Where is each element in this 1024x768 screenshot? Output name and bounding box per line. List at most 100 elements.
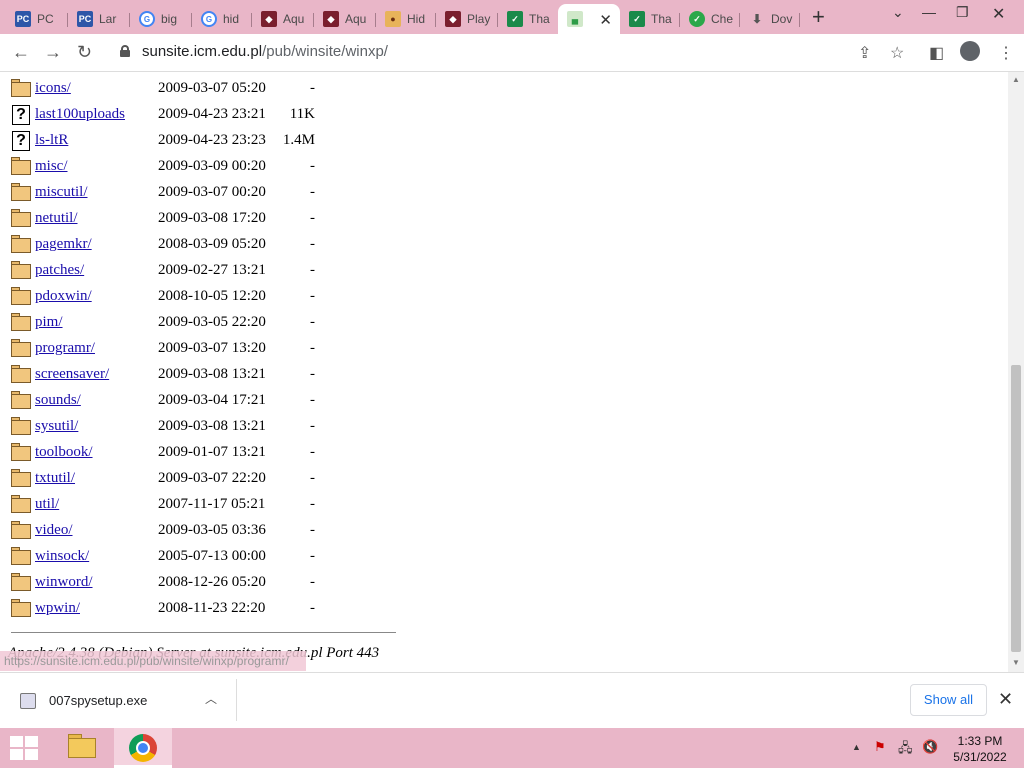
last-modified: 2009-03-07 13:20 [158, 340, 266, 356]
file-size: 1.4M [282, 132, 315, 148]
folder-icon [11, 547, 31, 565]
download-filename[interactable]: 007spysetup.exe [49, 693, 147, 708]
tab-11[interactable]: ✓ Tha [620, 4, 680, 34]
aqua-icon: ◆ [445, 11, 461, 27]
last-modified: 2009-03-08 13:21 [158, 418, 266, 434]
share-icon[interactable]: ⇪ [858, 43, 871, 63]
aqua-icon: ◆ [261, 11, 277, 27]
file-link[interactable]: misc/ [35, 158, 68, 175]
last-modified: 2009-03-07 05:20 [158, 80, 266, 96]
close-download-bar-icon[interactable]: ✕ [998, 689, 1013, 710]
tab-10[interactable]: ▄ ✕ [558, 4, 620, 34]
file-link[interactable]: sysutil/ [35, 418, 78, 435]
file-link[interactable]: pdoxwin/ [35, 288, 92, 305]
minimize-button[interactable]: — [922, 4, 936, 20]
clock-date: 5/31/2022 [953, 750, 1007, 764]
tab-12[interactable]: ✓ Che [680, 4, 740, 34]
windows-start-icon[interactable] [10, 736, 38, 760]
file-link[interactable]: screensaver/ [35, 366, 109, 383]
tab-search-chevron-icon[interactable]: ⌄ [892, 4, 904, 21]
restore-button[interactable]: ❐ [956, 4, 969, 21]
side-panel-icon[interactable]: ◧ [929, 43, 944, 63]
file-link[interactable]: programr/ [35, 340, 95, 357]
listing-row: util/2007-11-17 05:21 - [0, 493, 400, 517]
folder-icon [11, 339, 31, 357]
system-clock[interactable]: 1:33 PM 5/31/2022 [946, 733, 1014, 765]
file-link[interactable]: toolbook/ [35, 444, 93, 461]
new-tab-button[interactable]: + [812, 6, 825, 28]
last-modified: 2009-03-05 22:20 [158, 314, 266, 330]
google-icon: G [201, 11, 217, 27]
file-link[interactable]: txtutil/ [35, 470, 75, 487]
reload-button[interactable]: ↻ [77, 42, 92, 62]
chrome-taskbar-button[interactable] [114, 728, 172, 768]
file-link[interactable]: icons/ [35, 80, 71, 97]
tab-label: Tha [529, 12, 550, 26]
chevron-up-icon[interactable]: ︿ [205, 690, 217, 707]
link-status-bubble: https://sunsite.icm.edu.pl/pub/winsite/w… [0, 651, 306, 671]
profile-avatar[interactable] [960, 41, 980, 61]
menu-kebab-icon[interactable]: ⋮ [998, 43, 1014, 63]
file-link[interactable]: miscutil/ [35, 184, 88, 201]
file-link[interactable]: wpwin/ [35, 600, 80, 617]
tab-13[interactable]: ⬇ Dov [740, 4, 800, 34]
lock-icon[interactable] [120, 45, 130, 57]
installer-file-icon [20, 693, 36, 709]
last-modified: 2009-04-23 23:23 [158, 132, 266, 148]
scroll-down-arrow-icon[interactable]: ▼ [1012, 658, 1020, 667]
tab-1[interactable]: PC PC [6, 4, 68, 34]
tab-4[interactable]: Ghid [192, 4, 252, 34]
file-link[interactable]: winword/ [35, 574, 93, 591]
bookmark-star-icon[interactable]: ☆ [890, 43, 904, 63]
close-tab-icon[interactable]: ✕ [599, 11, 612, 29]
aqua-icon: ◆ [323, 11, 339, 27]
folder-icon [11, 391, 31, 409]
tab-label: Che [711, 12, 734, 26]
tab-label: Play [467, 12, 491, 26]
file-link[interactable]: pagemkr/ [35, 236, 92, 253]
back-button[interactable]: ← [12, 42, 30, 62]
tab-7[interactable]: ● Hid [376, 4, 436, 34]
show-all-button[interactable]: Show all [910, 684, 987, 716]
scrollbar-thumb[interactable] [1011, 365, 1021, 652]
volume-muted-icon[interactable]: 🔇 [922, 739, 938, 755]
file-size: - [310, 600, 315, 616]
tab-2[interactable]: PC Lar [68, 4, 130, 34]
close-window-button[interactable]: ✕ [992, 4, 1005, 24]
tab-5[interactable]: ◆ Aqu [252, 4, 314, 34]
last-modified: 2008-10-05 12:20 [158, 288, 266, 304]
tab-3[interactable]: Gbig [130, 4, 192, 34]
listing-row: video/2009-03-05 03:36 - [0, 519, 400, 543]
divider [236, 679, 237, 721]
tab-6[interactable]: ◆ Aqu [314, 4, 376, 34]
file-link[interactable]: sounds/ [35, 392, 81, 409]
file-link[interactable]: pim/ [35, 314, 63, 331]
file-size: - [310, 288, 315, 304]
file-link[interactable]: ls-ltR [35, 132, 68, 149]
tab-9[interactable]: ✓ Tha [498, 4, 558, 34]
tab-8[interactable]: ◆ Play [436, 4, 498, 34]
vertical-scrollbar[interactable]: ▲ ▼ [1008, 72, 1024, 672]
file-link[interactable]: netutil/ [35, 210, 78, 227]
listing-row: programr/2009-03-07 13:20 - [0, 337, 400, 361]
file-link[interactable]: video/ [35, 522, 73, 539]
last-modified: 2009-03-08 17:20 [158, 210, 266, 226]
network-icon[interactable]: 🖧 [898, 739, 913, 761]
folder-icon [11, 469, 31, 487]
scroll-up-arrow-icon[interactable]: ▲ [1012, 75, 1020, 84]
file-size: - [310, 236, 315, 252]
flag-alert-icon[interactable]: ⚑ [874, 739, 886, 755]
folder-icon [11, 417, 31, 435]
show-hidden-icons-chevron-icon[interactable]: ▲ [852, 742, 861, 752]
url-path: /pub/winsite/winxp/ [262, 43, 388, 60]
file-link[interactable]: patches/ [35, 262, 84, 279]
file-explorer-icon[interactable] [60, 728, 104, 768]
file-link[interactable]: winsock/ [35, 548, 89, 565]
browser-toolbar: ← → ↻ sunsite.icm.edu.pl/pub/winsite/win… [0, 34, 1024, 72]
google-icon: G [139, 11, 155, 27]
address-bar[interactable]: sunsite.icm.edu.pl/pub/winsite/winxp/ [142, 43, 388, 60]
file-link[interactable]: util/ [35, 496, 59, 513]
forward-button[interactable]: → [44, 42, 62, 62]
listing-row: misc/2009-03-09 00:20 - [0, 155, 400, 179]
file-link[interactable]: last100uploads [35, 106, 125, 123]
